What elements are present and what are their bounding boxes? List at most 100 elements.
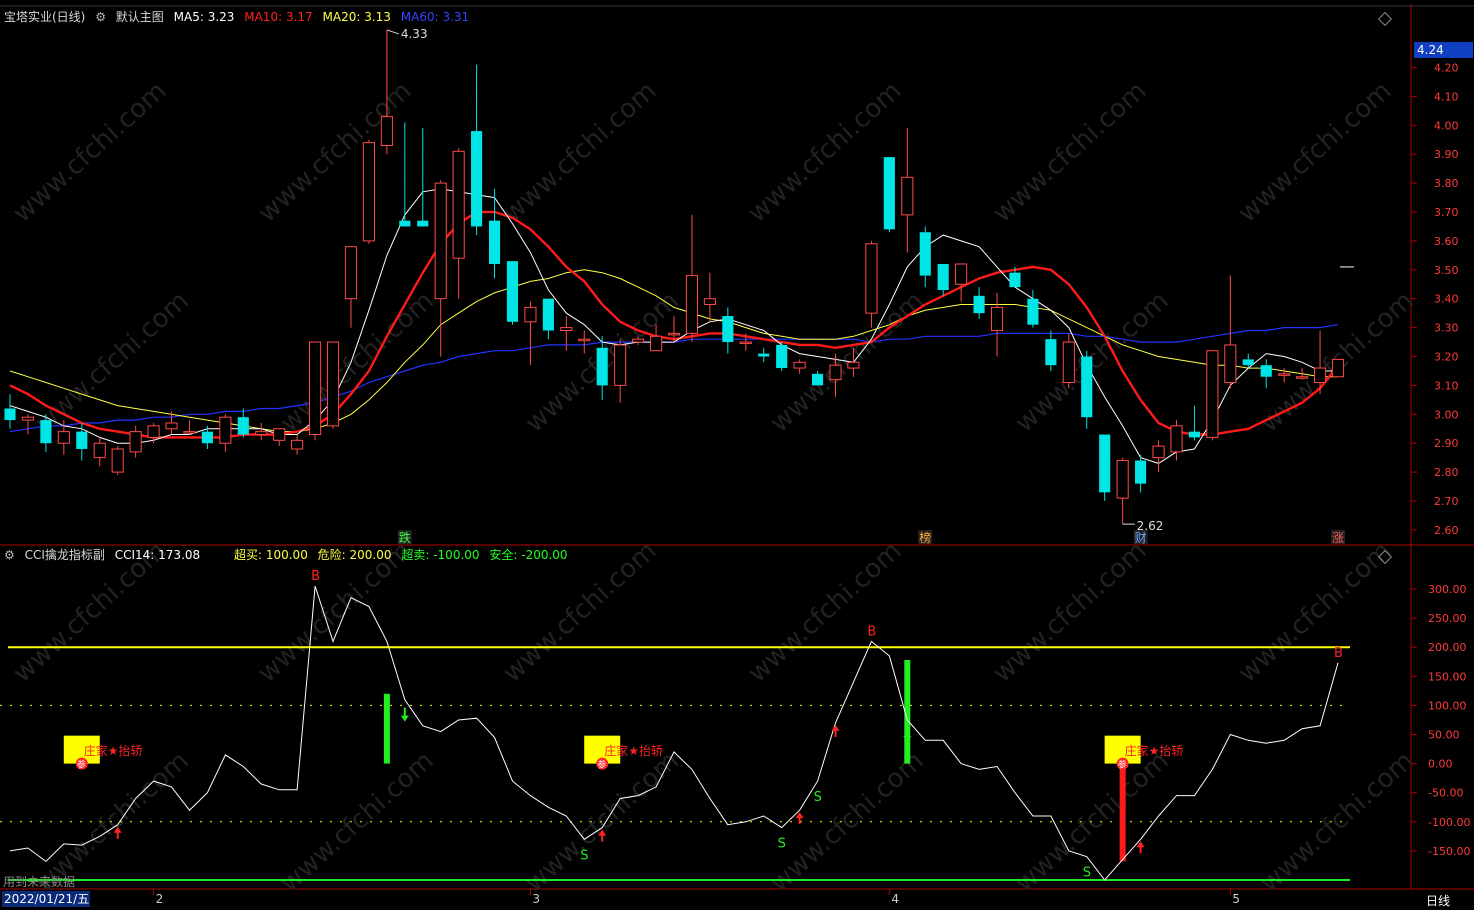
cci-tick-label: 250.00 [1428,612,1467,625]
candle-body [703,298,716,305]
cci-tick-label: 100.00 [1428,699,1467,712]
candle-body [4,408,16,421]
candle-body [1009,272,1021,288]
candle-body [667,332,681,336]
current-price-tag: 4.24 [1414,42,1473,58]
candle-body [237,417,249,435]
candle-body [1331,358,1345,378]
settings-icon[interactable]: ⚙ [95,10,106,24]
candle-body [399,220,411,227]
candle-body [937,264,949,291]
price-tick-label: 3.50 [1434,264,1459,277]
danger-label: 危险: 200.00 [317,548,392,562]
main-chart-header: 宝塔实业(日线) ⚙ 默认主图 MA5: 3.23 MA10: 3.17 MA2… [4,9,475,25]
can-label: 参 [597,759,606,771]
indicator-name[interactable]: CCI擒龙指标副 [25,548,105,562]
cci-tick-label: -100.00 [1428,816,1470,829]
safe-label: 安全: -200.00 [489,548,568,562]
candle-body [758,353,770,357]
price-tick-label: 2.90 [1434,437,1459,450]
candle-body [955,263,968,285]
price-tick-label: 3.60 [1434,235,1459,248]
candle-body [506,261,519,322]
candle-body [1116,460,1129,499]
high-label: 4.33 [401,27,428,41]
price-tick-label: 3.80 [1434,177,1459,190]
candle-body [57,431,70,444]
candle-body [434,182,447,300]
stock-title[interactable]: 宝塔实业(日线) [4,10,85,24]
candle-body [973,295,985,314]
cci-tick-label: -50.00 [1428,787,1463,800]
candle-body [147,425,160,438]
candle-body [793,361,806,369]
candle-body [614,344,627,386]
sub-close-icon[interactable]: ⚙ [4,548,15,562]
zhuang-label: 庄家★抬轿 [84,743,143,758]
candle-body [417,220,429,227]
sell-signal-s: S [580,848,588,863]
date-label: 2 [156,892,164,906]
candle-body [649,335,663,352]
stock-chart-window: www.cfchi.com www.cfchi.com www.cfchi.com w… [0,0,1474,910]
price-tick-label: 3.70 [1434,206,1459,219]
marker-tag: 涨 [1332,530,1344,545]
candle-body [1206,350,1219,438]
candle-body [990,306,1004,331]
candle-body [273,428,286,441]
cci-tick-label: -150.00 [1428,845,1470,858]
candle-body [201,431,213,444]
price-tick-label: 2.80 [1434,466,1459,479]
sell-signal-s: S [778,837,786,852]
candle-body [1027,298,1039,325]
candle-body [291,439,304,450]
candle-body [488,220,501,265]
candle-body [21,416,35,421]
candle-body [1188,431,1200,438]
chart-svg[interactable]: www.cfchi.com www.cfchi.com www.cfchi.com w… [0,0,1474,910]
sell-bar [383,693,390,764]
candle-body [685,275,699,334]
candle-body [847,361,860,369]
oversell-label: 超卖: -100.00 [401,548,480,562]
candle-body [452,150,465,259]
candle-body [1313,367,1327,384]
buy-signal-b: B [867,624,876,639]
period-label[interactable]: 日线 [1426,892,1450,909]
price-tick-label: 4.20 [1434,62,1459,75]
buy-bar [1119,763,1126,862]
candle-body [1099,434,1111,493]
candle-body [1062,341,1075,384]
zhuang-label: 庄家★抬轿 [1125,743,1184,758]
candle-body [542,298,554,331]
price-tick-label: 4.00 [1434,119,1459,132]
cci-tick-label: 50.00 [1428,729,1460,742]
candle-body [1224,344,1237,384]
candle-body [596,347,608,386]
sell-signal-s: S [1083,866,1091,881]
candle-body [812,373,824,386]
sell-signal-s: S [814,790,822,805]
candle-body [326,341,340,427]
price-tick-label: 3.30 [1434,322,1459,335]
candle-body [183,431,196,434]
candle-body [93,442,106,459]
can-label: 参 [77,759,86,771]
price-tick-label: 3.00 [1434,408,1459,421]
zhuang-label: 庄家★抬轿 [604,743,663,758]
ma5-label: MA5: 3.23 [173,10,235,24]
candle-body [722,316,734,343]
price-tick-label: 4.10 [1434,90,1459,103]
candle-body [40,420,52,444]
candle-body [560,327,573,331]
candle-body [380,116,393,147]
candle-body [1081,356,1093,418]
cci-value: CCI14: 173.08 [114,548,201,562]
candle-body [219,416,232,444]
marker-tag: 榜 [919,530,931,545]
buy-signal-b: B [1334,646,1343,661]
main-chart-label[interactable]: 默认主图 [116,10,164,24]
future-data-note: 用到未来数据 [3,875,76,889]
date-label: 3 [532,892,540,906]
cci-tick-label: 300.00 [1428,583,1467,596]
